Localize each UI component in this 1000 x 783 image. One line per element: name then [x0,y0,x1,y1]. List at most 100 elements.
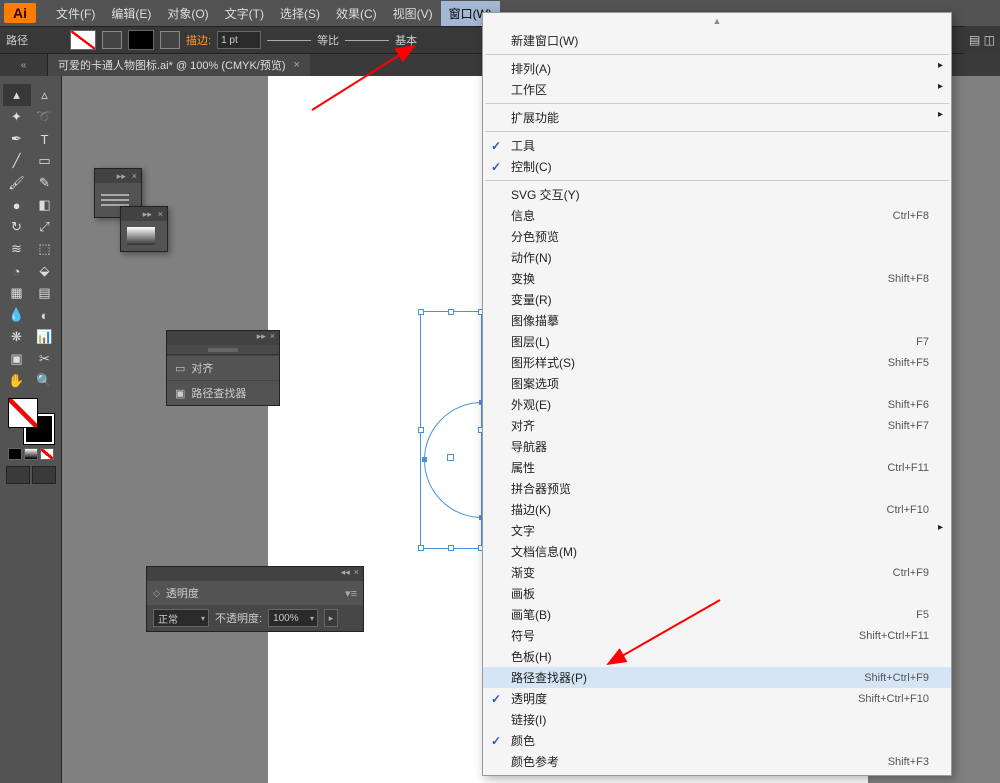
blend-mode-dropdown[interactable]: 正常 [153,609,209,627]
menu-edit[interactable]: 编辑(E) [103,1,159,26]
menu-item[interactable]: 工具 [483,135,951,156]
menu-item[interactable]: 渐变Ctrl+F9 [483,562,951,583]
mesh-tool[interactable]: ▦ [3,282,31,304]
menu-file[interactable]: 文件(F) [48,1,103,26]
stroke-options[interactable] [160,31,180,49]
zoom-tool[interactable]: 🔍 [31,370,59,392]
transparency-panel[interactable]: ◂◂× ◇透明度▾≡ 正常 不透明度: 100% ▸ [146,566,364,632]
menu-item[interactable]: 图层(L)F7 [483,331,951,352]
close-icon[interactable]: × [158,209,163,219]
menu-view[interactable]: 视图(V) [385,1,441,26]
line-tool[interactable]: ╱ [3,150,31,172]
right-toolbar[interactable]: ▤ ◫ [964,26,1000,54]
chevron-icon[interactable]: ▸▸ [257,331,266,345]
fill-swatch[interactable] [70,30,96,50]
width-tool[interactable]: ≋ [3,238,31,260]
menu-item[interactable]: 扩展功能 [483,107,951,128]
menu-item[interactable]: 符号Shift+Ctrl+F11 [483,625,951,646]
type-tool[interactable]: T [31,128,59,150]
dash-preview[interactable] [267,40,311,41]
transparency-tab[interactable]: 透明度 [160,583,205,603]
tabs-scroll[interactable]: « [0,54,48,76]
menu-item[interactable]: 画笔(B)F5 [483,604,951,625]
pen-tool[interactable]: ✒ [3,128,31,150]
free-transform-tool[interactable]: ⬚ [31,238,59,260]
eyedropper-tool[interactable]: 💧 [3,304,31,326]
draw-mode-normal[interactable] [6,466,30,484]
pathfinder-tab[interactable]: ▣路径查找器 [167,380,279,405]
opacity-input[interactable]: 100% [268,609,318,627]
magic-wand-tool[interactable]: ✦ [3,106,31,128]
fill-options[interactable] [102,31,122,49]
menu-item[interactable]: 外观(E)Shift+F6 [483,394,951,415]
chevron-icon[interactable]: ▸▸ [117,171,126,182]
direct-select-tool[interactable]: ▵ [31,84,59,106]
align-tab[interactable]: ▭对齐 [167,355,279,380]
close-icon[interactable]: × [270,331,275,345]
pencil-tool[interactable]: ✎ [31,172,59,194]
menu-item[interactable]: 色板(H) [483,646,951,667]
eraser-tool[interactable]: ◧ [31,194,59,216]
menu-item[interactable]: 变量(R) [483,289,951,310]
scale-tool[interactable]: ⤢ [31,216,59,238]
menu-item[interactable]: 图形样式(S)Shift+F5 [483,352,951,373]
menu-item[interactable]: 分色预览 [483,226,951,247]
fill-box[interactable] [8,398,38,428]
menu-select[interactable]: 选择(S) [272,1,328,26]
rectangle-tool[interactable]: ▭ [31,150,59,172]
color-mode-none[interactable] [40,448,54,460]
brush-tool[interactable]: 🖌 [3,172,31,194]
fill-stroke-control[interactable] [8,398,54,444]
menu-item[interactable]: 排列(A) [483,58,951,79]
menu-item[interactable]: 拼合器预览 [483,478,951,499]
menu-item[interactable]: 导航器 [483,436,951,457]
menu-item[interactable]: 文字 [483,520,951,541]
menu-item[interactable]: 对齐Shift+F7 [483,415,951,436]
lasso-tool[interactable]: ➰ [31,106,59,128]
menu-item[interactable]: 链接(I) [483,709,951,730]
menu-item[interactable]: 颜色 [483,730,951,751]
color-mode-gradient[interactable] [24,448,38,460]
close-icon[interactable]: × [132,171,137,181]
dash-preview2[interactable] [345,40,389,41]
artboard-tool[interactable]: ▣ [3,348,31,370]
draw-mode-behind[interactable] [32,466,56,484]
stroke-swatch[interactable] [128,30,154,50]
menu-item[interactable]: 工作区 [483,79,951,100]
blend-tool[interactable]: ◐ [31,304,59,326]
menu-item[interactable]: 属性Ctrl+F11 [483,457,951,478]
rotate-tool[interactable]: ↻ [3,216,31,238]
menu-item[interactable]: 信息Ctrl+F8 [483,205,951,226]
hand-tool[interactable]: ✋ [3,370,31,392]
menu-item[interactable]: 描边(K)Ctrl+F10 [483,499,951,520]
menu-item[interactable]: 图案选项 [483,373,951,394]
chevron-icon[interactable]: ▸▸ [143,209,152,220]
menu-item[interactable]: 新建窗口(W) [483,30,951,51]
stroke-weight-input[interactable]: 1 pt [217,31,261,49]
close-tab-icon[interactable]: × [294,59,300,71]
selection-tool[interactable]: ▴ [3,84,31,106]
gradient-tool[interactable]: ▤ [31,282,59,304]
menu-item[interactable]: 颜色参考Shift+F3 [483,751,951,772]
mini-panel-2[interactable]: ▸▸ × [120,206,168,252]
graph-tool[interactable]: 📊 [31,326,59,348]
document-tab[interactable]: 可爱的卡通人物图标.ai* @ 100% (CMYK/预览) × [48,54,310,76]
slice-tool[interactable]: ✂ [31,348,59,370]
menu-object[interactable]: 对象(O) [159,1,216,26]
scroll-up-icon[interactable]: ▲ [483,16,951,30]
menu-item[interactable]: 控制(C) [483,156,951,177]
blob-brush-tool[interactable]: ● [3,194,31,216]
menu-effect[interactable]: 效果(C) [328,1,385,26]
menu-item[interactable]: 文档信息(M) [483,541,951,562]
color-mode-solid[interactable] [8,448,22,460]
shape-builder-tool[interactable]: ◔ [3,260,31,282]
menu-type[interactable]: 文字(T) [217,1,272,26]
menu-item[interactable]: 路径查找器(P)Shift+Ctrl+F9 [483,667,951,688]
menu-item[interactable]: SVG 交互(Y) [483,184,951,205]
perspective-tool[interactable]: ⬙ [31,260,59,282]
close-icon[interactable]: × [354,567,359,581]
menu-item[interactable]: 图像描摹 [483,310,951,331]
panel-menu-icon[interactable]: ▾≡ [345,587,357,600]
opacity-slider-icon[interactable]: ▸ [324,609,338,627]
menu-item[interactable]: 透明度Shift+Ctrl+F10 [483,688,951,709]
